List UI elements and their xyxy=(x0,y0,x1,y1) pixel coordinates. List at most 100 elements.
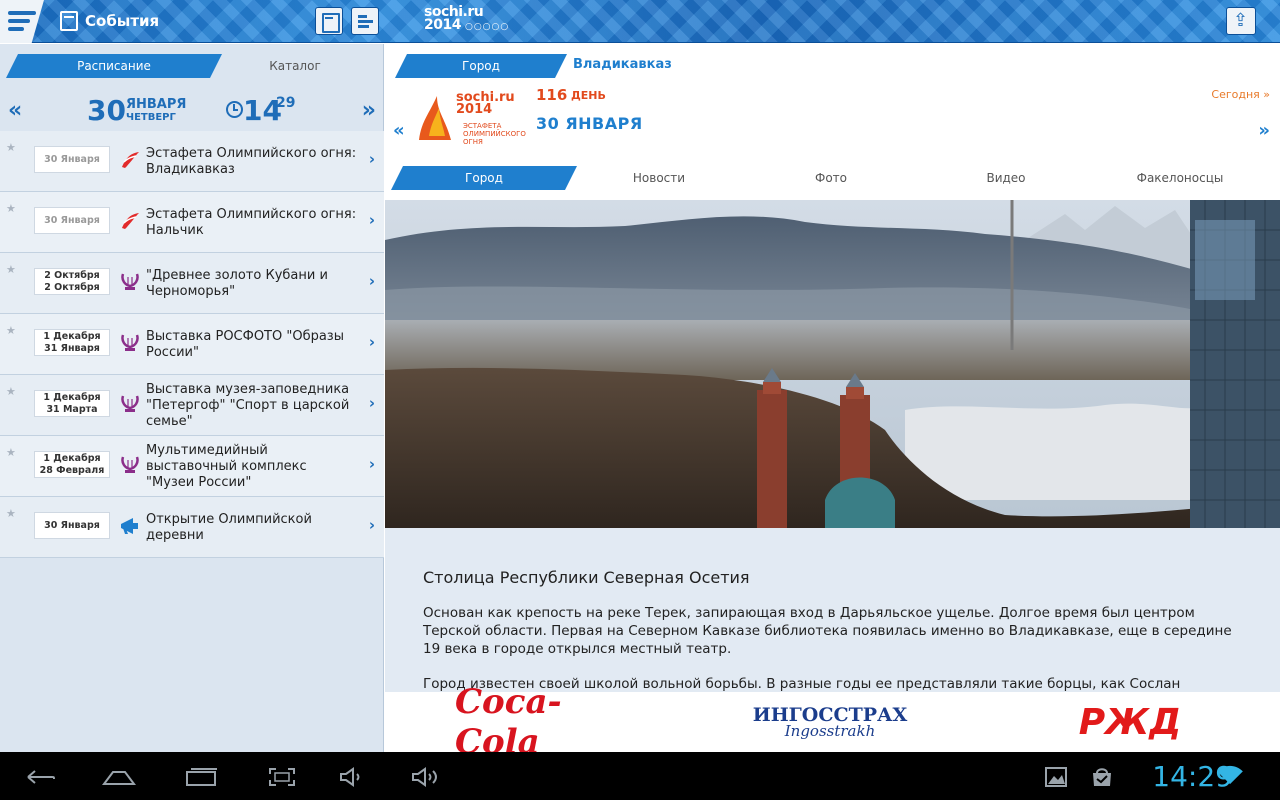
date-day: 30 xyxy=(87,94,126,127)
event-title: Выставка музея-заповедника "Петергоф" "С… xyxy=(146,381,350,429)
event-title: Открытие Олимпийской деревни xyxy=(146,511,312,543)
favorite-star-icon[interactable]: ★ xyxy=(6,202,16,215)
share-icon[interactable] xyxy=(1226,7,1256,35)
city-info-paragraph: Основан как крепость на реке Терек, запи… xyxy=(423,605,1232,657)
chevron-right-icon: › xyxy=(368,272,375,290)
screenshot-icon[interactable] xyxy=(264,766,300,788)
favorite-star-icon[interactable]: ★ xyxy=(6,507,16,520)
event-date-start: 30 Января xyxy=(44,153,100,165)
chevron-right-icon: › xyxy=(368,333,375,351)
city-photo xyxy=(385,200,1280,528)
lyre-icon xyxy=(121,273,139,290)
tab-torchbearers[interactable]: Факелоносцы xyxy=(1120,166,1240,190)
date-weekday: ЧЕТВЕРГ xyxy=(126,112,176,123)
torch-icon xyxy=(122,213,139,229)
favorite-star-icon[interactable]: ★ xyxy=(6,141,16,154)
detail-tabs: Город Новости Фото Видео Факелоносцы xyxy=(385,166,1280,190)
detail-pane: Город Владикавказ sochi.ru 2014 ЭСТАФЕТА… xyxy=(385,44,1280,762)
list-item[interactable]: ★ 30 Января Эстафета Олимпийского огня: … xyxy=(0,131,384,192)
relay-date: 30 ЯНВАРЯ xyxy=(536,114,643,133)
tab-schedule[interactable]: Расписание xyxy=(6,54,222,78)
event-date: 1 Декабря 31 Марта xyxy=(34,390,110,417)
tab-video[interactable]: Видео xyxy=(945,166,1067,190)
prev-day-button[interactable]: « xyxy=(8,98,22,123)
next-day-button[interactable]: » xyxy=(362,98,376,123)
list-item[interactable]: ★ 2 Октября 2 Октября "Древнее золото Куб… xyxy=(0,253,384,314)
time-minute: 29 xyxy=(276,95,296,111)
store-icon xyxy=(1093,768,1111,786)
tab-city[interactable]: Город xyxy=(391,166,577,190)
top-app-bar: События sochi.ru 2014 ○○○○○ xyxy=(0,0,1280,43)
event-date-end: 31 Марта xyxy=(46,403,98,415)
volume-down-icon[interactable] xyxy=(336,766,372,788)
event-list: ★ 30 Января Эстафета Олимпийского огня: … xyxy=(0,131,384,558)
event-date: 30 Января xyxy=(34,146,110,173)
event-date-start: 2 Октября xyxy=(44,269,100,281)
event-date: 1 Декабря 28 Февраля xyxy=(34,451,110,478)
home-icon[interactable] xyxy=(101,766,137,788)
favorite-star-icon[interactable]: ★ xyxy=(6,385,16,398)
sochi-logo-line2: 2014 xyxy=(424,17,461,33)
event-title: "Древнее золото Кубани и Черноморья" xyxy=(146,267,328,299)
favorite-star-icon[interactable]: ★ xyxy=(6,324,16,337)
event-date: 30 Января xyxy=(34,207,110,234)
sponsor-cocacola-logo[interactable]: Coca-Cola xyxy=(455,682,615,762)
prev-relay-day-button[interactable]: « xyxy=(393,120,405,141)
chevron-right-icon: › xyxy=(368,394,375,412)
sponsor-bar: Coca-Cola ИНГОССТРАХ Ingosstrakh РЖД xyxy=(385,682,1280,762)
wifi-icon xyxy=(1217,765,1243,785)
city-info-title: Столица Республики Северная Осетия xyxy=(423,568,750,587)
lyre-icon xyxy=(121,456,139,473)
date-navigator: « 30 ЯНВАРЯ ЧЕТВЕРГ 14 29 » xyxy=(0,92,384,132)
list-item[interactable]: ★ 30 Января Открытие Олимпийской деревни… xyxy=(0,497,384,558)
chevron-right-icon: › xyxy=(368,455,375,473)
list-item[interactable]: ★ 1 Декабря 28 Февраля Мультимедийный выс… xyxy=(0,436,384,497)
lyre-icon xyxy=(121,334,139,351)
event-title: Выставка РОСФОТО "Образы России" xyxy=(146,328,344,360)
event-title: Эстафета Олимпийского огня: Владикавказ xyxy=(146,145,357,177)
event-date: 30 Января xyxy=(34,512,110,539)
event-date-start: 30 Января xyxy=(44,519,100,531)
date-month: ЯНВАРЯ xyxy=(126,97,187,112)
sponsor-ingosstrakh-en: Ingosstrakh xyxy=(784,722,876,740)
favorite-star-icon[interactable]: ★ xyxy=(6,446,16,459)
event-date: 1 Декабря 31 Января xyxy=(34,329,110,356)
sochi-logo: sochi.ru 2014 ○○○○○ xyxy=(424,5,510,34)
gallery-icon xyxy=(1045,767,1067,787)
event-date-end: 2 Октября xyxy=(44,281,100,293)
menu-icon[interactable] xyxy=(0,0,44,43)
event-title: Эстафета Олимпийского огня: Нальчик xyxy=(146,206,357,238)
app-calendar-icon xyxy=(60,11,78,31)
list-view-icon[interactable] xyxy=(351,7,379,35)
event-title: Мультимедийный выставочный комплекс "Муз… xyxy=(146,442,307,490)
relay-logo-line2: 2014 xyxy=(456,102,493,117)
calendar-view-icon[interactable] xyxy=(315,7,343,35)
chevron-right-icon: › xyxy=(368,211,375,229)
tab-catalog[interactable]: Каталог xyxy=(210,54,380,78)
next-relay-day-button[interactable]: » xyxy=(1258,120,1270,141)
list-item[interactable]: ★ 30 Января Эстафета Олимпийского огня: … xyxy=(0,192,384,253)
list-item[interactable]: ★ 1 Декабря 31 Января Выставка РОСФОТО "О… xyxy=(0,314,384,375)
tab-news[interactable]: Новости xyxy=(595,166,723,190)
lyre-icon xyxy=(121,395,139,412)
chevron-right-icon: › xyxy=(368,150,375,168)
today-button[interactable]: Сегодня » xyxy=(1211,88,1270,101)
schedule-pane: Расписание Каталог « 30 ЯНВАРЯ ЧЕТВЕРГ 1… xyxy=(0,44,384,752)
back-icon[interactable] xyxy=(22,766,58,788)
tab-photo[interactable]: Фото xyxy=(770,166,892,190)
sponsor-ingosstrakh-logo[interactable]: ИНГОССТРАХ Ingosstrakh xyxy=(745,692,915,752)
city-name: Владикавказ xyxy=(573,57,672,72)
volume-up-icon[interactable] xyxy=(408,766,444,788)
relay-logo-subtitle: ЭСТАФЕТА ОЛИМПИЙСКОГО ОГНЯ xyxy=(463,122,526,146)
list-item[interactable]: ★ 1 Декабря 31 Марта Выставка музея-запов… xyxy=(0,375,384,436)
recent-apps-icon[interactable] xyxy=(183,766,219,788)
favorite-star-icon[interactable]: ★ xyxy=(6,263,16,276)
chevron-right-icon: › xyxy=(368,516,375,534)
relay-logo-text: sochi.ru 2014 xyxy=(456,91,515,117)
city-tag: Город xyxy=(395,54,567,78)
event-date-start: 1 Декабря xyxy=(43,452,101,464)
city-info: Столица Республики Северная Осетия Основ… xyxy=(385,528,1280,692)
sponsor-rzd-logo[interactable]: РЖД xyxy=(1075,692,1185,752)
relay-day-label: ДЕНЬ xyxy=(571,89,606,102)
olympic-rings-icon: ○○○○○ xyxy=(464,22,510,32)
